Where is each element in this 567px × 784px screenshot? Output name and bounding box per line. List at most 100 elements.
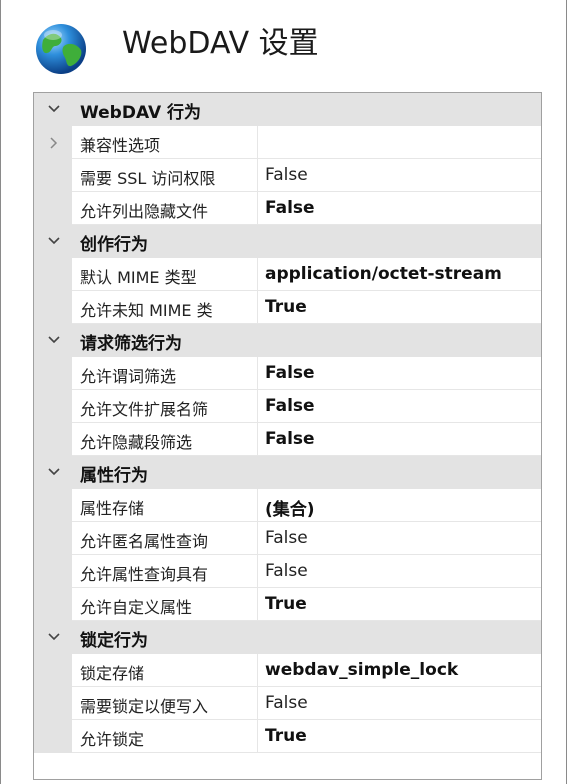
category-label: WebDAV 行为 bbox=[80, 103, 202, 123]
chevron-down-icon[interactable] bbox=[47, 462, 61, 482]
chevron-right-icon[interactable] bbox=[47, 134, 59, 152]
property-value: False bbox=[265, 561, 308, 581]
row-gutter bbox=[34, 390, 72, 423]
row-gutter bbox=[34, 489, 72, 522]
property-row[interactable]: 允许属性查询具有 False bbox=[34, 555, 541, 588]
category-label: 创作行为 bbox=[80, 235, 148, 255]
row-gutter bbox=[34, 687, 72, 720]
category-row[interactable]: 属性行为 bbox=[34, 456, 541, 489]
property-name-cell[interactable]: 允许未知 MIME 类 bbox=[72, 291, 258, 324]
property-name: 允许谓词筛选 bbox=[80, 367, 177, 386]
row-gutter bbox=[34, 720, 72, 753]
property-value-cell[interactable]: False bbox=[258, 555, 541, 588]
category-row[interactable]: 请求筛选行为 bbox=[34, 324, 541, 357]
row-gutter bbox=[34, 423, 72, 456]
property-value: False bbox=[265, 198, 315, 218]
property-value-cell[interactable]: (集合) bbox=[258, 489, 541, 522]
property-name-cell[interactable]: 允许隐藏段筛选 bbox=[72, 423, 258, 456]
property-value: (集合) bbox=[265, 500, 315, 520]
property-name: 兼容性选项 bbox=[80, 136, 161, 155]
property-row[interactable]: 需要锁定以便写入 False bbox=[34, 687, 541, 720]
property-row[interactable]: 属性存储 (集合) bbox=[34, 489, 541, 522]
property-name-cell[interactable]: 默认 MIME 类型 bbox=[72, 258, 258, 291]
property-value-cell[interactable]: False bbox=[258, 390, 541, 423]
row-gutter bbox=[34, 555, 72, 588]
property-row[interactable]: 允许锁定 True bbox=[34, 720, 541, 753]
property-row[interactable]: 允许隐藏段筛选 False bbox=[34, 423, 541, 456]
category-label: 属性行为 bbox=[80, 466, 148, 486]
property-value-cell[interactable]: application/octet-stream bbox=[258, 258, 541, 291]
property-value: True bbox=[265, 297, 307, 317]
property-name-cell[interactable]: 需要 SSL 访问权限 bbox=[72, 159, 258, 192]
category-row[interactable]: 锁定行为 bbox=[34, 621, 541, 654]
chevron-down-icon[interactable] bbox=[47, 330, 61, 350]
globe-icon bbox=[33, 20, 89, 76]
property-name: 锁定存储 bbox=[80, 664, 145, 683]
property-row[interactable]: 允许谓词筛选 False bbox=[34, 357, 541, 390]
property-row[interactable]: 允许列出隐藏文件 False bbox=[34, 192, 541, 225]
property-value: True bbox=[265, 726, 307, 746]
row-gutter bbox=[34, 192, 72, 225]
property-value-cell[interactable]: False bbox=[258, 522, 541, 555]
property-value: False bbox=[265, 528, 308, 548]
property-name-cell[interactable]: 允许列出隐藏文件 bbox=[72, 192, 258, 225]
property-name-cell[interactable]: 允许匿名属性查询 bbox=[72, 522, 258, 555]
header: WebDAV 设置 bbox=[0, 0, 567, 88]
chevron-down-icon[interactable] bbox=[47, 99, 61, 119]
property-value: False bbox=[265, 165, 308, 185]
property-row[interactable]: 允许文件扩展名筛 False bbox=[34, 390, 541, 423]
property-value: False bbox=[265, 693, 308, 713]
property-row[interactable]: 需要 SSL 访问权限 False bbox=[34, 159, 541, 192]
property-grid: WebDAV 行为 兼容性选项需要 SSL 访问权限 False 允许列出隐藏文件 Fa… bbox=[33, 92, 542, 780]
row-gutter bbox=[34, 159, 72, 192]
property-row[interactable]: 锁定存储 webdav_simple_lock bbox=[34, 654, 541, 687]
property-name: 允许锁定 bbox=[80, 730, 145, 749]
property-name: 需要锁定以便写入 bbox=[80, 697, 209, 716]
page-title: WebDAV 设置 bbox=[122, 26, 319, 61]
property-row[interactable]: 允许自定义属性 True bbox=[34, 588, 541, 621]
row-gutter bbox=[34, 522, 72, 555]
property-value: False bbox=[265, 396, 315, 416]
property-name-cell[interactable]: 锁定存储 bbox=[72, 654, 258, 687]
property-name: 允许匿名属性查询 bbox=[80, 532, 209, 551]
property-name: 允许未知 MIME 类 bbox=[80, 301, 213, 320]
property-value: True bbox=[265, 594, 307, 614]
row-gutter bbox=[34, 258, 72, 291]
property-value-cell[interactable]: True bbox=[258, 588, 541, 621]
property-name-cell[interactable]: 允许谓词筛选 bbox=[72, 357, 258, 390]
property-value-cell[interactable]: False bbox=[258, 159, 541, 192]
property-name: 允许属性查询具有 bbox=[80, 565, 209, 584]
property-row[interactable]: 兼容性选项 bbox=[34, 126, 541, 159]
property-row[interactable]: 默认 MIME 类型 application/octet-stream bbox=[34, 258, 541, 291]
property-name-cell[interactable]: 允许自定义属性 bbox=[72, 588, 258, 621]
property-name-cell[interactable]: 属性存储 bbox=[72, 489, 258, 522]
property-name-cell[interactable]: 需要锁定以便写入 bbox=[72, 687, 258, 720]
property-value: webdav_simple_lock bbox=[265, 660, 459, 680]
property-value-cell[interactable]: False bbox=[258, 423, 541, 456]
property-name-cell[interactable]: 兼容性选项 bbox=[72, 126, 258, 159]
row-gutter bbox=[34, 654, 72, 687]
property-row[interactable]: 允许匿名属性查询 False bbox=[34, 522, 541, 555]
property-name-cell[interactable]: 允许属性查询具有 bbox=[72, 555, 258, 588]
property-value: False bbox=[265, 429, 315, 449]
row-gutter bbox=[34, 126, 72, 159]
category-label: 锁定行为 bbox=[80, 631, 148, 651]
property-name: 需要 SSL 访问权限 bbox=[80, 169, 216, 188]
property-name: 允许自定义属性 bbox=[80, 598, 193, 617]
property-value-cell[interactable]: True bbox=[258, 720, 541, 753]
category-row[interactable]: 创作行为 bbox=[34, 225, 541, 258]
chevron-down-icon[interactable] bbox=[47, 627, 61, 647]
property-value-cell[interactable] bbox=[258, 126, 541, 159]
property-row[interactable]: 允许未知 MIME 类 True bbox=[34, 291, 541, 324]
chevron-down-icon[interactable] bbox=[47, 231, 61, 251]
property-value-cell[interactable]: True bbox=[258, 291, 541, 324]
property-name: 属性存储 bbox=[80, 499, 145, 518]
property-value-cell[interactable]: False bbox=[258, 687, 541, 720]
category-row[interactable]: WebDAV 行为 bbox=[34, 93, 541, 126]
property-name-cell[interactable]: 允许锁定 bbox=[72, 720, 258, 753]
property-value-cell[interactable]: False bbox=[258, 357, 541, 390]
property-name-cell[interactable]: 允许文件扩展名筛 bbox=[72, 390, 258, 423]
property-name: 允许隐藏段筛选 bbox=[80, 433, 193, 452]
property-value-cell[interactable]: webdav_simple_lock bbox=[258, 654, 541, 687]
property-value-cell[interactable]: False bbox=[258, 192, 541, 225]
